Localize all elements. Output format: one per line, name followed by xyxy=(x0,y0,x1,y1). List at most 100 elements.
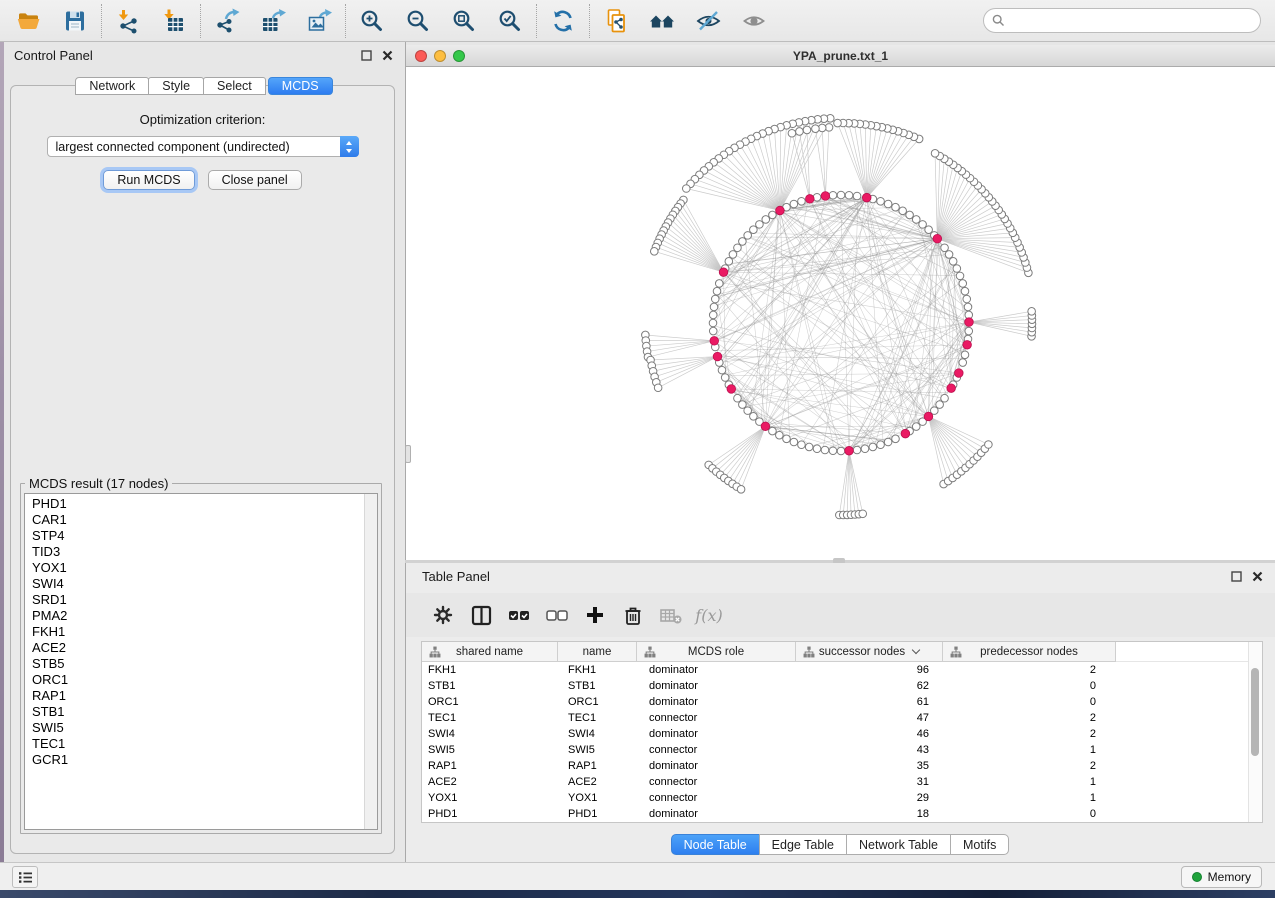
table-row[interactable]: TEC1TEC1connector472 xyxy=(422,710,1262,726)
mcds-network-node[interactable] xyxy=(713,352,722,361)
network-node[interactable] xyxy=(650,248,658,256)
mcds-result-item[interactable]: TID3 xyxy=(32,544,364,560)
network-node[interactable] xyxy=(859,510,867,518)
vertical-splitter-handle[interactable] xyxy=(405,445,411,463)
float-table-panel-button[interactable] xyxy=(1229,569,1243,583)
mcds-result-item[interactable]: ORC1 xyxy=(32,672,364,688)
network-node[interactable] xyxy=(776,431,784,439)
memory-button[interactable]: Memory xyxy=(1181,866,1262,888)
network-node[interactable] xyxy=(790,200,798,208)
table-row[interactable]: SWI5SWI5connector431 xyxy=(422,742,1262,758)
network-node[interactable] xyxy=(1028,308,1036,316)
deselect-all-button[interactable] xyxy=(538,599,576,631)
mcds-result-item[interactable]: SWI4 xyxy=(32,576,364,592)
network-node[interactable] xyxy=(912,216,920,224)
task-history-button[interactable] xyxy=(12,866,38,888)
tab-network-table[interactable]: Network Table xyxy=(846,834,951,855)
network-node[interactable] xyxy=(734,394,742,402)
zoom-out-button[interactable] xyxy=(395,3,441,39)
mcds-network-node[interactable] xyxy=(862,193,871,202)
close-table-panel-button[interactable] xyxy=(1250,569,1264,583)
network-node[interactable] xyxy=(892,435,900,443)
column-header-successor-nodes[interactable]: successor nodes xyxy=(796,642,943,662)
mcds-network-node[interactable] xyxy=(955,369,964,378)
network-node[interactable] xyxy=(803,126,811,134)
export-table-button[interactable] xyxy=(250,3,296,39)
mcds-result-item[interactable]: YOX1 xyxy=(32,560,364,576)
mcds-network-node[interactable] xyxy=(761,422,770,431)
float-panel-button[interactable] xyxy=(359,48,373,62)
network-node[interactable] xyxy=(936,401,944,409)
network-node[interactable] xyxy=(710,303,718,311)
tab-style[interactable]: Style xyxy=(148,77,204,95)
network-node[interactable] xyxy=(941,244,949,252)
table-row[interactable]: STB1STB1dominator620 xyxy=(422,678,1262,694)
table-row[interactable]: RAP1RAP1dominator352 xyxy=(422,758,1262,774)
mcds-network-node[interactable] xyxy=(776,206,785,215)
network-node[interactable] xyxy=(737,485,745,493)
network-node[interactable] xyxy=(892,203,900,211)
zoom-fit-button[interactable] xyxy=(441,3,487,39)
network-node[interactable] xyxy=(964,303,972,311)
mcds-result-item[interactable]: SWI5 xyxy=(32,720,364,736)
open-session-button[interactable] xyxy=(6,3,52,39)
mcds-network-node[interactable] xyxy=(933,234,942,243)
mcds-result-item[interactable]: STP4 xyxy=(32,528,364,544)
import-table-button[interactable] xyxy=(151,3,197,39)
mcds-result-item[interactable]: FKH1 xyxy=(32,624,364,640)
mcds-result-item[interactable]: SRD1 xyxy=(32,592,364,608)
network-node[interactable] xyxy=(985,441,993,449)
network-node[interactable] xyxy=(682,185,690,193)
mcds-network-node[interactable] xyxy=(963,340,972,349)
network-node[interactable] xyxy=(853,446,861,454)
column-header-name[interactable]: name xyxy=(558,642,637,662)
tab-motifs[interactable]: Motifs xyxy=(950,834,1009,855)
mcds-network-node[interactable] xyxy=(965,318,974,327)
mcds-result-item[interactable]: GCR1 xyxy=(32,752,364,768)
table-row[interactable]: ORC1ORC1dominator610 xyxy=(422,694,1262,710)
network-node[interactable] xyxy=(805,443,813,451)
column-header-mcds-role[interactable]: MCDS role xyxy=(637,642,796,662)
network-node[interactable] xyxy=(739,238,747,246)
network-node[interactable] xyxy=(821,446,829,454)
network-node[interactable] xyxy=(709,327,717,335)
table-scrollbar-thumb[interactable] xyxy=(1251,668,1259,756)
network-node[interactable] xyxy=(961,351,969,359)
close-panel-action-button[interactable]: Close panel xyxy=(208,170,302,190)
mcds-list-scrollbar[interactable] xyxy=(364,494,377,829)
network-node[interactable] xyxy=(812,125,820,133)
mcds-result-item[interactable]: TEC1 xyxy=(32,736,364,752)
network-node[interactable] xyxy=(945,251,953,259)
delete-rows-button[interactable] xyxy=(614,599,652,631)
mcds-result-item[interactable]: PMA2 xyxy=(32,608,364,624)
refresh-button[interactable] xyxy=(540,3,586,39)
show-columns-button[interactable] xyxy=(462,599,500,631)
run-mcds-button[interactable]: Run MCDS xyxy=(103,170,194,190)
network-node[interactable] xyxy=(953,265,961,273)
network-canvas[interactable] xyxy=(406,67,1275,560)
table-row[interactable]: ACE2ACE2connector311 xyxy=(422,774,1262,790)
search-input[interactable] xyxy=(1010,14,1252,28)
network-node[interactable] xyxy=(796,128,804,136)
network-node[interactable] xyxy=(906,211,914,219)
mcds-result-item[interactable]: CAR1 xyxy=(32,512,364,528)
criterion-dropdown[interactable]: largest connected component (undirected) xyxy=(47,136,359,157)
mcds-result-item[interactable]: RAP1 xyxy=(32,688,364,704)
mcds-network-node[interactable] xyxy=(821,192,830,201)
network-node[interactable] xyxy=(711,295,719,303)
network-node[interactable] xyxy=(709,319,717,327)
network-node[interactable] xyxy=(762,216,770,224)
hide-panel-button[interactable] xyxy=(685,3,731,39)
mcds-result-item[interactable]: STB1 xyxy=(32,704,364,720)
network-node[interactable] xyxy=(959,359,967,367)
network-node[interactable] xyxy=(654,384,662,392)
mcds-result-item[interactable]: STB5 xyxy=(32,656,364,672)
function-builder-button[interactable]: f(x) xyxy=(690,599,728,631)
select-all-button[interactable] xyxy=(500,599,538,631)
save-session-button[interactable] xyxy=(52,3,98,39)
network-node[interactable] xyxy=(949,258,957,266)
network-node[interactable] xyxy=(725,258,733,266)
import-network-button[interactable] xyxy=(105,3,151,39)
mcds-result-item[interactable]: ACE2 xyxy=(32,640,364,656)
column-header-shared-name[interactable]: shared name xyxy=(422,642,558,662)
